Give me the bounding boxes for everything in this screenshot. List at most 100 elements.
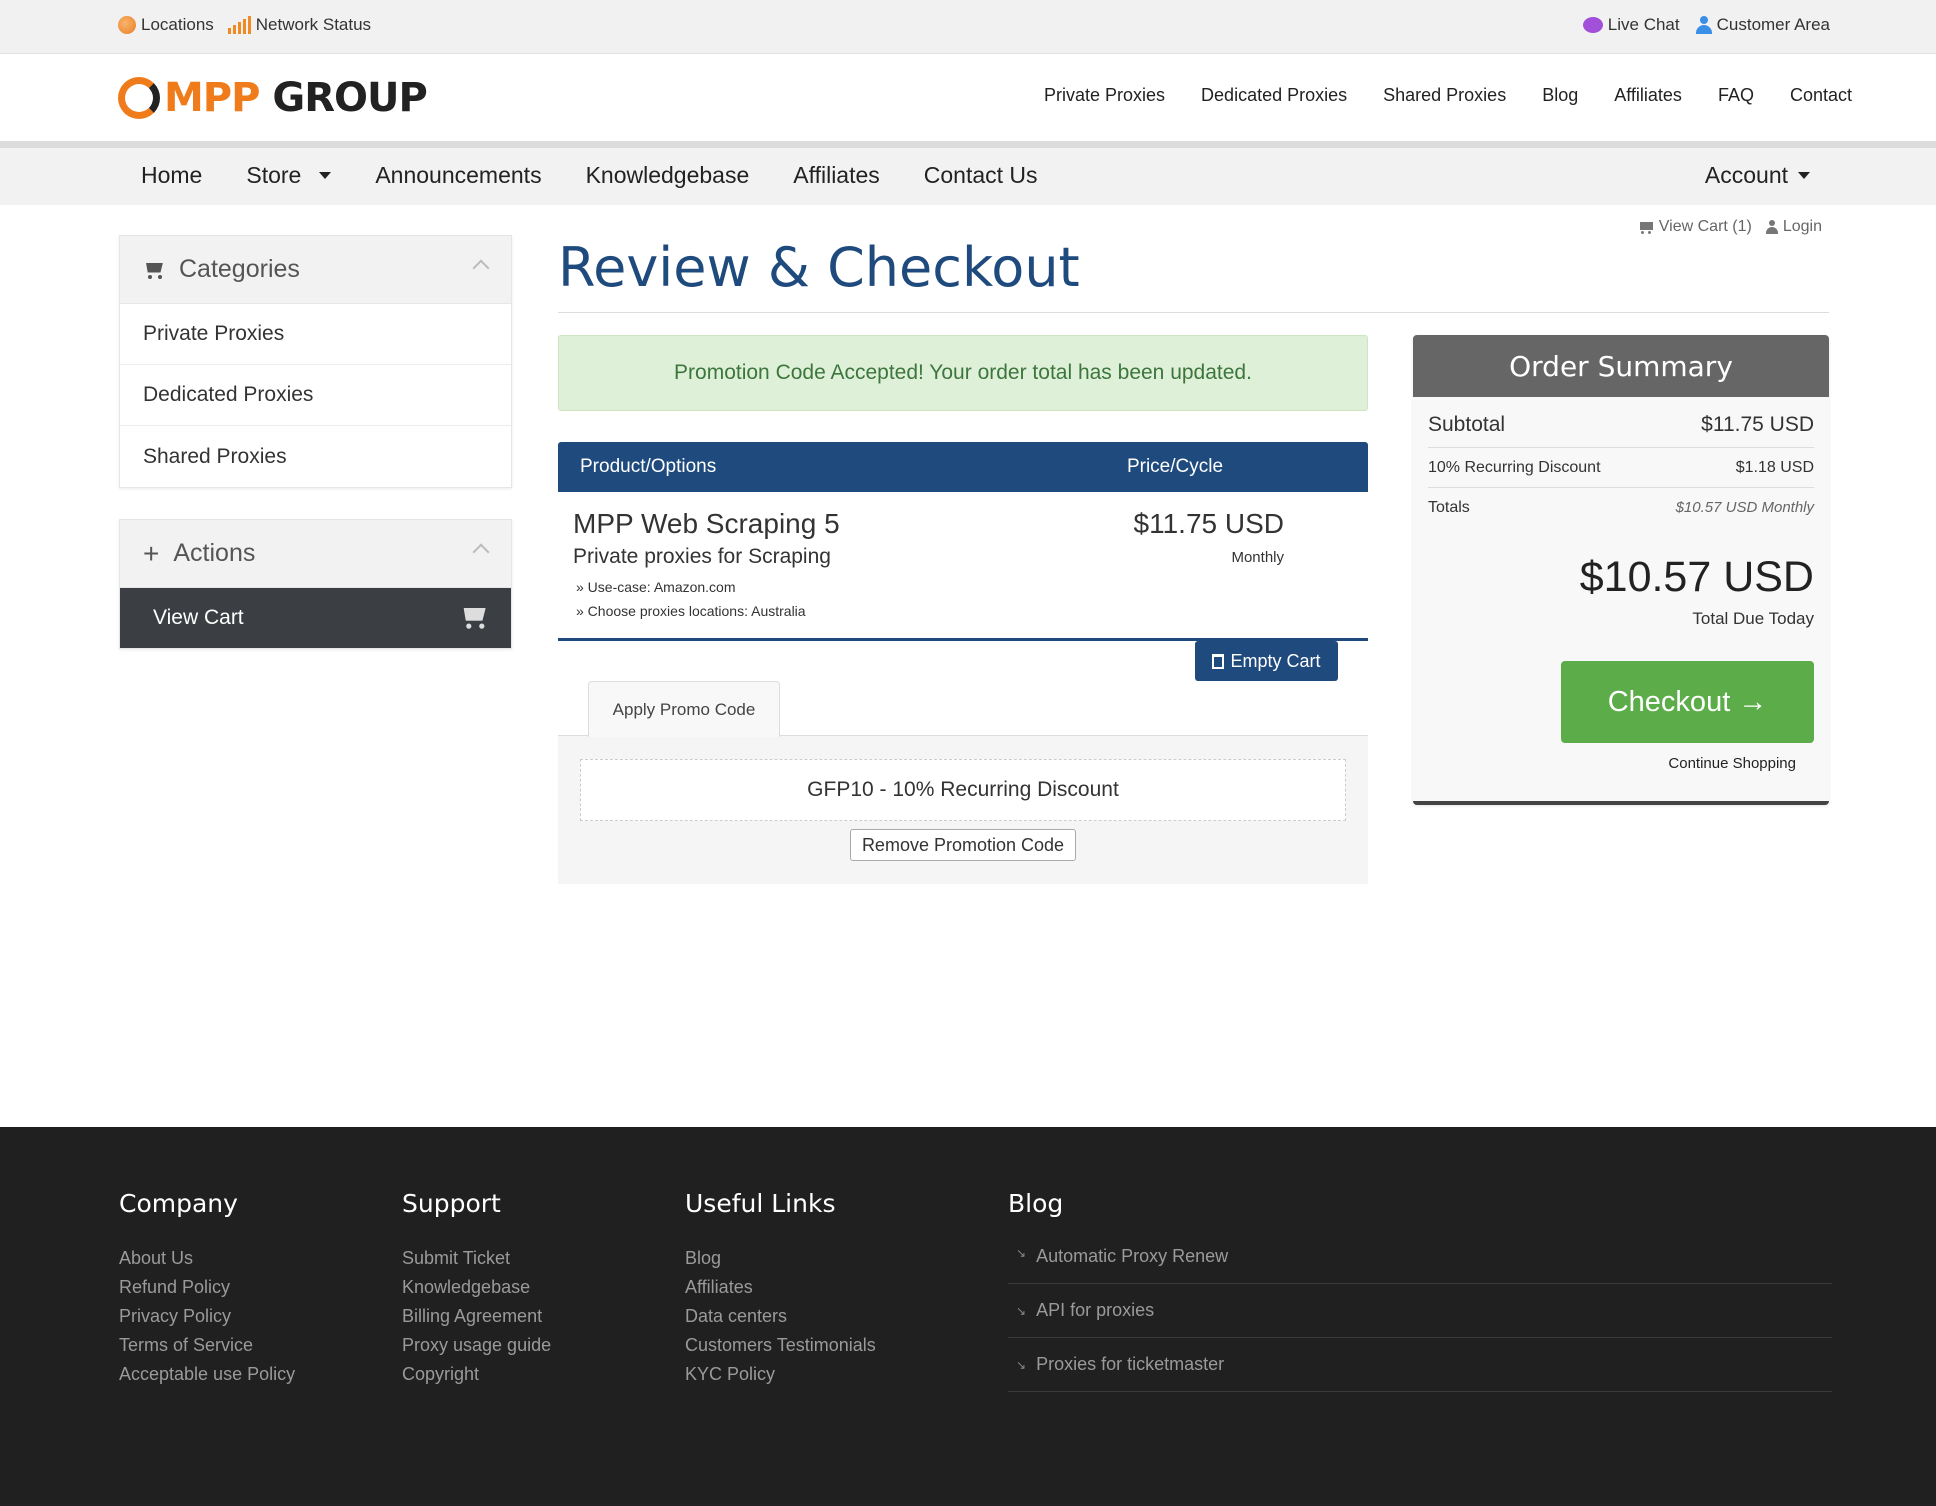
footer-heading: Company [119,1189,238,1218]
nav-account[interactable]: Account [1705,162,1810,189]
blog-post-link[interactable]: ↘ API for proxies [1008,1284,1832,1338]
nav-affiliates[interactable]: Affiliates [793,162,880,189]
logo-mark-icon [118,77,160,119]
actions-header[interactable]: + Actions [120,520,511,588]
customer-area-link[interactable]: Customer Area [1695,15,1830,35]
cart-icon [143,261,165,279]
footer-link[interactable]: Billing Agreement [402,1302,551,1331]
category-private-proxies[interactable]: Private Proxies [120,304,511,365]
actions-panel: + Actions View Cart [119,519,512,649]
site-logo[interactable]: MPP GROUP [118,75,428,121]
user-icon [1695,16,1712,34]
total-due-label: Total Due Today [1692,609,1814,628]
top-navigation: Private Proxies Dedicated Proxies Shared… [1044,85,1852,106]
live-chat-link[interactable]: Live Chat [1582,15,1680,35]
empty-cart-button[interactable]: Empty Cart [1195,641,1338,681]
view-cart-action[interactable]: View Cart [120,588,511,648]
nav-knowledgebase[interactable]: Knowledgebase [586,162,750,189]
product-name: MPP Web Scraping 5 [573,508,840,539]
view-cart-link-label: View Cart (1) [1658,218,1752,235]
blog-post-title: Proxies for ticketmaster [1036,1354,1225,1374]
topnav-affiliates[interactable]: Affiliates [1614,85,1682,106]
footer-link[interactable]: About Us [119,1244,295,1273]
network-status-link[interactable]: Network Status [227,15,371,35]
nav-store[interactable]: Store [246,162,332,189]
globe-icon [118,16,136,34]
nav-contact-us[interactable]: Contact Us [924,162,1038,189]
chevron-up-icon[interactable] [472,259,490,277]
footer-link[interactable]: Knowledgebase [402,1273,551,1302]
order-summary-title: Order Summary [1413,335,1829,397]
categories-title: Categories [179,255,300,283]
footer-link[interactable]: Refund Policy [119,1273,295,1302]
product-option: » Choose proxies locations: Australia [576,603,806,619]
footer-link[interactable]: Acceptable use Policy [119,1360,295,1389]
footer-link[interactable]: Blog [685,1244,876,1273]
checkout-label: Checkout [1607,685,1731,718]
topnav-faq[interactable]: FAQ [1718,85,1754,106]
topnav-dedicated-proxies[interactable]: Dedicated Proxies [1201,85,1347,106]
footer-link[interactable]: Affiliates [685,1273,876,1302]
cart-item-row: MPP Web Scraping 5 Private proxies for S… [558,492,1368,641]
view-cart-link[interactable]: View Cart (1) [1638,218,1752,236]
checkout-button[interactable]: Checkout → [1561,661,1814,743]
nav-home[interactable]: Home [141,162,202,189]
footer-link[interactable]: KYC Policy [685,1360,876,1389]
tab-apply-promo-code[interactable]: Apply Promo Code [588,681,780,737]
header-product-options: Product/Options [580,456,717,477]
locations-link[interactable]: Locations [118,15,214,35]
chevron-up-icon[interactable] [472,543,490,561]
footer-heading: Blog [1008,1189,1064,1218]
cart-icon [1638,221,1654,234]
nav-knowledgebase-label: Knowledgebase [585,162,750,188]
blog-post-link[interactable]: ↘ Proxies for ticketmaster [1008,1338,1832,1392]
trash-icon [1212,653,1225,669]
cart-table-header: Product/Options Price/Cycle [558,442,1368,492]
footer-heading: Useful Links [685,1189,836,1218]
category-shared-proxies[interactable]: Shared Proxies [120,426,511,487]
footer-link[interactable]: Submit Ticket [402,1244,551,1273]
category-dedicated-proxies[interactable]: Dedicated Proxies [120,365,511,426]
subtotal-label: Subtotal [1428,413,1506,436]
totals-row: Totals $10.57 USD Monthly [1428,499,1814,517]
footer-link[interactable]: Terms of Service [119,1331,295,1360]
applied-promo-code: GFP10 - 10% Recurring Discount [580,759,1346,821]
footer-link[interactable]: Privacy Policy [119,1302,295,1331]
remove-promo-button[interactable]: Remove Promotion Code [850,829,1076,861]
arrow-down-right-icon: ↘ [1016,1303,1027,1318]
continue-shopping-link[interactable]: Continue Shopping [1668,755,1796,772]
empty-cart-label: Empty Cart [1230,650,1321,671]
cart-icon [460,605,489,629]
topnav-blog[interactable]: Blog [1542,85,1578,106]
nav-account-label: Account [1704,162,1788,188]
login-link[interactable]: Login [1765,218,1822,236]
title-divider [558,312,1829,313]
cart-table: Product/Options Price/Cycle MPP Web Scra… [558,442,1368,641]
order-summary: Order Summary Subtotal $11.75 USD 10% Re… [1413,335,1829,805]
arrow-right-icon: → [1738,685,1768,718]
caret-down-icon [1798,172,1810,179]
cart-login-links: View Cart (1) Login [1638,218,1822,236]
topnav-shared-proxies[interactable]: Shared Proxies [1383,85,1506,106]
discount-value: $1.18 USD [1735,459,1814,476]
product-cycle: Monthly [1231,549,1284,566]
footer-link[interactable]: Proxy usage guide [402,1331,551,1360]
utility-bar: Locations Network Status Live Chat Custo… [0,0,1936,54]
actions-title: Actions [173,539,256,567]
topnav-private-proxies[interactable]: Private Proxies [1044,85,1165,106]
user-icon [1765,220,1778,234]
caret-down-icon [319,172,332,179]
footer-link[interactable]: Data centers [685,1302,876,1331]
footer-support: Support Submit Ticket Knowledgebase Bill… [402,1189,551,1389]
blog-post-link[interactable]: ↘ Automatic Proxy Renew [1008,1244,1832,1284]
categories-header[interactable]: Categories [120,236,511,304]
signal-bars-icon [227,16,251,34]
footer-link[interactable]: Copyright [402,1360,551,1389]
footer-link[interactable]: Customers Testimonials [685,1331,876,1360]
logo-text-group: GROUP [272,75,427,121]
nav-affiliates-label: Affiliates [793,162,880,188]
view-cart-label: View Cart [153,606,244,629]
nav-announcements[interactable]: Announcements [375,162,541,189]
main-navigation: Home Store Announcements Knowledgebase A… [0,141,1936,205]
topnav-contact[interactable]: Contact [1790,85,1852,106]
